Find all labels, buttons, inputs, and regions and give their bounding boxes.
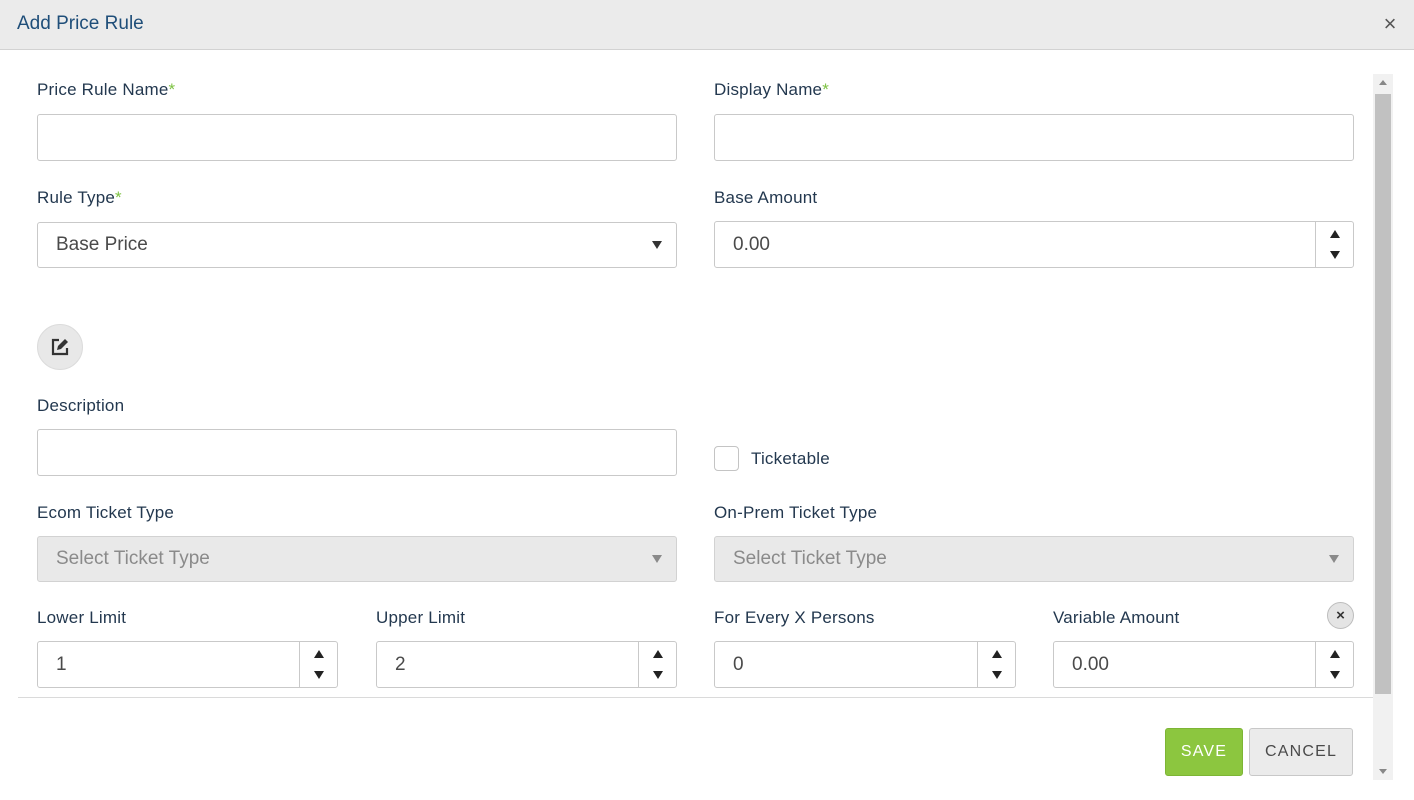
scroll-up-icon[interactable] [1379,80,1387,85]
lower-limit-input[interactable]: 1 [37,641,338,688]
base-amount-label: Base Amount [714,188,818,207]
upper-limit-stepper [638,642,676,687]
variable-amount-stepper [1315,642,1353,687]
base-amount-input[interactable]: 0.00 [714,221,1354,268]
for-every-x-persons-value: 0 [733,653,744,675]
for-every-x-persons-label: For Every X Persons [714,608,875,627]
increment-icon[interactable] [1330,230,1340,238]
close-icon[interactable]: × [1378,12,1402,36]
onprem-ticket-type-label: On-Prem Ticket Type [714,503,878,522]
decrement-icon[interactable] [992,671,1002,679]
increment-icon[interactable] [653,650,663,658]
chevron-down-icon [652,241,662,249]
decrement-icon[interactable] [314,671,324,679]
price-rule-name-input[interactable] [37,114,677,161]
variable-amount-value: 0.00 [1072,653,1109,675]
base-amount-stepper [1315,222,1353,267]
onprem-ticket-type-placeholder: Select Ticket Type [733,548,887,569]
ticketable-checkbox[interactable] [714,446,739,471]
base-amount-value: 0.00 [733,233,770,255]
rule-type-select[interactable]: Base Price [37,222,677,268]
lower-limit-stepper [299,642,337,687]
rule-type-value: Base Price [56,234,148,255]
ecom-ticket-type-select[interactable]: Select Ticket Type [37,536,677,582]
display-name-input[interactable] [714,114,1354,161]
rule-type-label: Rule Type* [37,188,122,207]
required-mark: * [168,80,176,99]
dialog-title: Add Price Rule [17,13,144,34]
onprem-ticket-type-select[interactable]: Select Ticket Type [714,536,1354,582]
description-input[interactable] [37,429,677,476]
scroll-down-icon[interactable] [1379,769,1387,774]
increment-icon[interactable] [992,650,1002,658]
ticketable-label: Ticketable [751,449,830,468]
required-mark: * [115,188,122,207]
upper-limit-label: Upper Limit [376,608,466,627]
lower-limit-label: Lower Limit [37,608,127,627]
display-name-label: Display Name* [714,80,830,99]
for-every-x-persons-input[interactable]: 0 [714,641,1016,688]
upper-limit-input[interactable]: 2 [376,641,677,688]
edit-icon [51,338,69,356]
for-every-x-persons-stepper [977,642,1015,687]
variable-amount-input[interactable]: 0.00 [1053,641,1354,688]
scrollbar-thumb[interactable] [1375,94,1391,694]
scrollbar[interactable] [1373,74,1393,780]
variable-amount-label: Variable Amount [1053,608,1180,627]
increment-icon[interactable] [314,650,324,658]
chevron-down-icon [652,555,662,563]
lower-limit-value: 1 [56,653,67,675]
price-rule-name-label: Price Rule Name* [37,80,176,99]
cancel-button[interactable]: CANCEL [1249,728,1353,776]
upper-limit-value: 2 [395,653,406,675]
decrement-icon[interactable] [653,671,663,679]
edit-button[interactable] [37,324,83,370]
description-label: Description [37,396,125,415]
footer-divider [18,697,1373,698]
required-mark: * [822,80,830,99]
decrement-icon[interactable] [1330,251,1340,259]
ecom-ticket-type-label: Ecom Ticket Type [37,503,175,522]
chevron-down-icon [1329,555,1339,563]
save-button[interactable]: SAVE [1165,728,1243,776]
decrement-icon[interactable] [1330,671,1340,679]
increment-icon[interactable] [1330,650,1340,658]
dialog-header: Add Price Rule × [0,0,1414,50]
ecom-ticket-type-placeholder: Select Ticket Type [56,548,210,569]
remove-icon[interactable]: × [1327,602,1354,629]
